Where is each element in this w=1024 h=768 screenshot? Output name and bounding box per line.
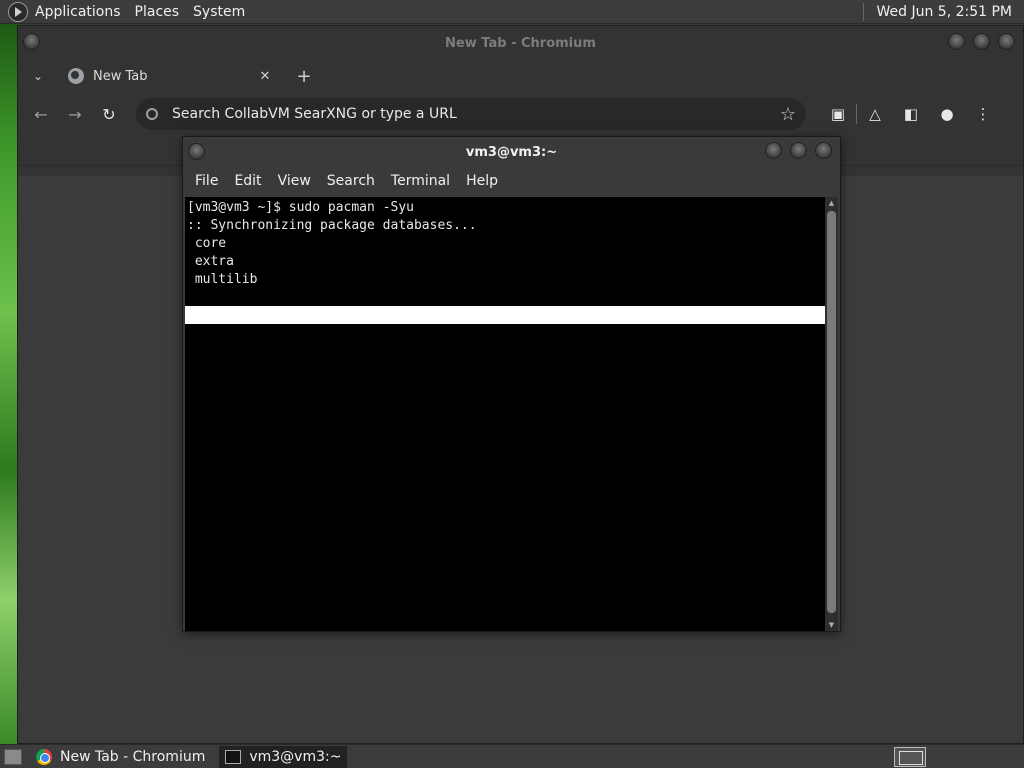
taskbar-label: vm3@vm3:~ <box>249 748 342 765</box>
profile-button[interactable]: ● <box>929 96 965 132</box>
scroll-up-arrow-icon[interactable]: ▲ <box>825 197 838 209</box>
chromium-icon <box>36 748 52 765</box>
terminal-window: vm3@vm3:~ File Edit View Search Terminal… <box>182 136 841 632</box>
terminal-line: :: Synchronizing package databases... <box>187 218 477 233</box>
menu-terminal[interactable]: Terminal <box>383 173 458 189</box>
terminal-minimize-button[interactable] <box>765 142 782 159</box>
omnibox[interactable]: Search CollabVM SearXNG or type a URL ☆ <box>136 98 806 130</box>
menu-help[interactable]: Help <box>458 173 506 189</box>
bottom-taskbar: New Tab - Chromium vm3@vm3:~ <box>0 744 1024 768</box>
extensions-button[interactable]: ▣ <box>820 96 856 132</box>
terminal-line: core <box>187 236 227 251</box>
browser-toolbar: ← → ↻ Search CollabVM SearXNG or type a … <box>18 92 1023 136</box>
reload-icon: ↻ <box>102 104 116 124</box>
globe-icon <box>68 68 84 84</box>
arrow-right-icon: → <box>68 104 82 124</box>
side-panel-button[interactable]: ◧ <box>893 96 929 132</box>
flask-icon: △ <box>869 105 881 123</box>
maximize-button[interactable] <box>973 33 990 50</box>
terminal-window-menu-button[interactable] <box>188 143 205 160</box>
menu-search[interactable]: Search <box>319 173 383 189</box>
terminal-maximize-button[interactable] <box>790 142 807 159</box>
terminal-highlight-bar <box>185 306 825 324</box>
distro-logo-icon[interactable] <box>8 1 28 22</box>
terminal-scrollbar[interactable]: ▲ ▼ <box>825 197 838 631</box>
panel-separator <box>863 2 865 21</box>
terminal-close-button[interactable] <box>815 142 832 159</box>
forward-button[interactable]: → <box>58 97 92 131</box>
show-desktop-icon[interactable] <box>4 748 22 765</box>
terminal-menubar: File Edit View Search Terminal Help <box>183 167 840 195</box>
chromium-titlebar[interactable]: New Tab - Chromium <box>18 26 1023 60</box>
omnibox-placeholder[interactable]: Search CollabVM SearXNG or type a URL <box>172 106 780 122</box>
terminal-titlebar[interactable]: vm3@vm3:~ <box>183 137 840 167</box>
new-tab-button[interactable]: + <box>289 66 319 87</box>
applications-menu[interactable]: Applications <box>28 4 128 20</box>
tab-new-tab[interactable]: New Tab ✕ <box>58 60 283 92</box>
clock[interactable]: Wed Jun 5, 2:51 PM <box>876 4 1012 20</box>
person-icon: ● <box>940 105 954 123</box>
system-menu[interactable]: System <box>186 4 252 20</box>
window-menu-button[interactable] <box>23 33 40 50</box>
menu-view[interactable]: View <box>270 173 319 189</box>
taskbar-item-chromium[interactable]: New Tab - Chromium <box>30 746 211 768</box>
side-panel-icon: ◧ <box>903 105 919 123</box>
tab-strip: ⌄ New Tab ✕ + <box>18 60 1023 92</box>
chromium-window-title: New Tab - Chromium <box>445 35 596 51</box>
terminal-line: multilib <box>187 272 258 287</box>
top-panel: Applications Places System Wed Jun 5, 2:… <box>0 0 1024 24</box>
terminal-icon <box>225 749 242 764</box>
arrow-left-icon: ← <box>34 104 48 124</box>
scroll-down-arrow-icon[interactable]: ▼ <box>825 619 838 631</box>
close-tab-icon[interactable]: ✕ <box>257 69 273 84</box>
close-button[interactable] <box>998 33 1015 50</box>
places-menu[interactable]: Places <box>128 4 187 20</box>
terminal-line: [vm3@vm3 ~]$ sudo pacman -Syu <box>187 200 414 215</box>
terminal-output[interactable]: [vm3@vm3 ~]$ sudo pacman -Syu :: Synchro… <box>185 197 825 631</box>
minimize-button[interactable] <box>948 33 965 50</box>
workspace-switcher[interactable] <box>894 746 926 767</box>
tune-icon[interactable] <box>146 108 158 120</box>
chevron-down-icon: ⌄ <box>32 69 44 83</box>
back-button[interactable]: ← <box>24 97 58 131</box>
taskbar-label: New Tab - Chromium <box>60 748 206 765</box>
kebab-menu-icon: ⋮ <box>975 105 991 123</box>
menu-file[interactable]: File <box>187 173 226 189</box>
scrollbar-thumb[interactable] <box>827 211 836 613</box>
taskbar-item-terminal[interactable]: vm3@vm3:~ <box>219 745 348 768</box>
menu-edit[interactable]: Edit <box>226 173 269 189</box>
tab-search-button[interactable]: ⌄ <box>18 60 58 92</box>
menu-button[interactable]: ⋮ <box>965 96 1001 132</box>
star-icon[interactable]: ☆ <box>780 104 796 125</box>
labs-button[interactable]: △ <box>857 96 893 132</box>
terminal-window-title: vm3@vm3:~ <box>465 144 558 160</box>
puzzle-icon: ▣ <box>830 105 846 123</box>
reload-button[interactable]: ↻ <box>92 97 126 131</box>
terminal-line: extra <box>187 254 234 269</box>
tab-title: New Tab <box>93 68 148 84</box>
